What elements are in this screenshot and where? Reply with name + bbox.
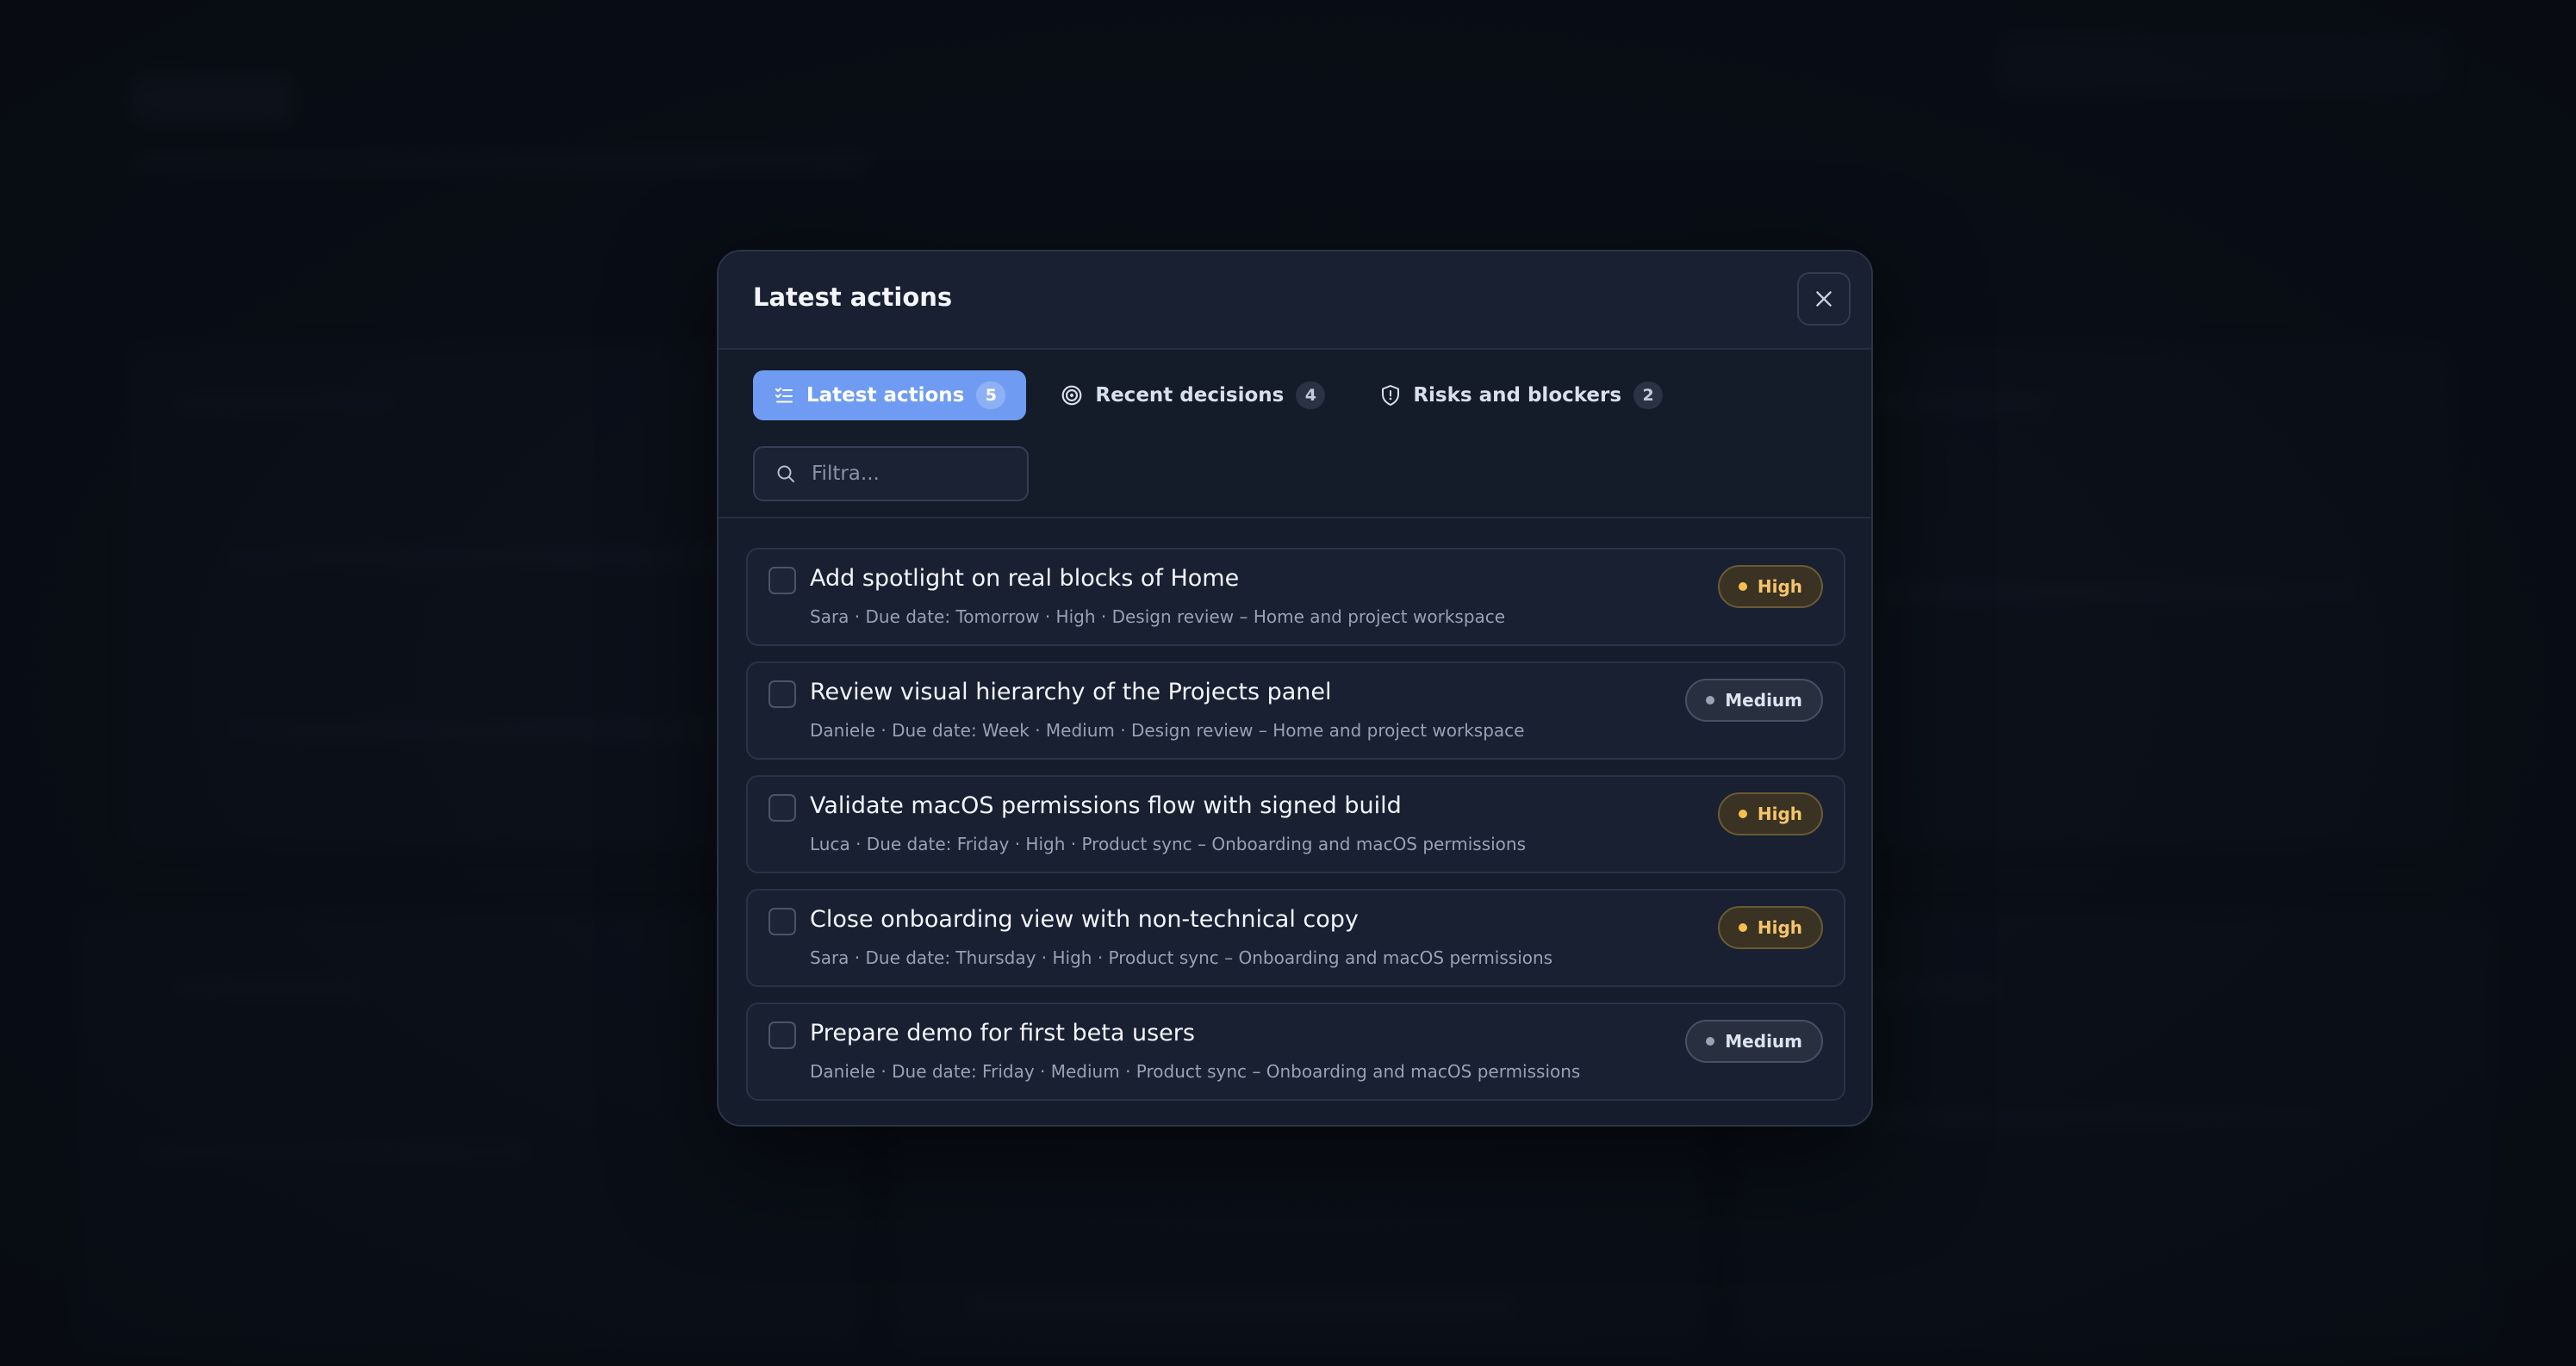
tab-risks-and-blockers[interactable]: Risks and blockers 2 (1360, 370, 1683, 420)
search-icon (777, 465, 794, 482)
list-item[interactable]: Validate macOS permissions flow with sig… (746, 775, 1845, 873)
priority-dot-icon (1706, 1037, 1715, 1046)
priority-label: High (1757, 804, 1802, 824)
priority-dot-icon (1706, 696, 1715, 705)
priority-badge: High (1717, 565, 1823, 608)
modal-header: Latest actions (719, 251, 1871, 350)
priority-label: High (1757, 917, 1802, 938)
action-meta: Luca · Due date: Friday · High · Product… (810, 834, 1526, 854)
action-meta: Sara · Due date: Thursday · High · Produ… (810, 947, 1553, 968)
priority-label: Medium (1725, 690, 1802, 711)
tab-latest-actions[interactable]: Latest actions 5 (753, 370, 1027, 420)
priority-badge: Medium (1685, 1020, 1823, 1063)
priority-badge: High (1717, 792, 1823, 835)
priority-dot-icon (1738, 923, 1747, 932)
filter-input[interactable] (810, 462, 1003, 486)
modal-toolbar: Latest actions 5 Recent decisions 4 Risk… (719, 350, 1871, 518)
latest-actions-modal: Latest actions Latest actions 5 Recent d… (717, 250, 1873, 1127)
actions-list: Add spotlight on real blocks of Home Sar… (746, 548, 1845, 1116)
list-item[interactable]: Prepare demo for first beta users Daniel… (746, 1003, 1845, 1101)
action-title: Add spotlight on real blocks of Home (810, 565, 1240, 592)
tab-recent-decisions[interactable]: Recent decisions 4 (1040, 370, 1346, 420)
list-item[interactable]: Close onboarding view with non-technical… (746, 889, 1845, 987)
priority-dot-icon (1738, 810, 1747, 818)
close-icon (1816, 291, 1832, 307)
action-meta: Daniele · Due date: Friday · Medium · Pr… (810, 1061, 1581, 1082)
priority-badge: High (1717, 906, 1823, 949)
tab-label: Risks and blockers (1413, 384, 1622, 407)
tab-count-badge: 4 (1296, 382, 1326, 409)
tab-count-badge: 5 (976, 382, 1006, 409)
tab-label: Latest actions (806, 384, 965, 407)
action-checkbox[interactable] (768, 1021, 796, 1049)
tab-bar: Latest actions 5 Recent decisions 4 Risk… (753, 370, 1683, 420)
close-button[interactable] (1797, 272, 1851, 326)
target-icon (1062, 385, 1082, 406)
action-title: Prepare demo for first beta users (810, 1020, 1195, 1046)
modal-title: Latest actions (753, 283, 953, 312)
shield-icon (1382, 385, 1400, 406)
list-item[interactable]: Add spotlight on real blocks of Home Sar… (746, 548, 1845, 646)
list-item[interactable]: Review visual hierarchy of the Projects … (746, 661, 1845, 760)
priority-label: High (1757, 576, 1802, 597)
action-checkbox[interactable] (768, 680, 796, 708)
action-title: Review visual hierarchy of the Projects … (810, 679, 1332, 705)
priority-dot-icon (1738, 582, 1747, 591)
tab-count-badge: 2 (1633, 382, 1664, 409)
action-title: Close onboarding view with non-technical… (810, 906, 1359, 933)
action-checkbox[interactable] (768, 908, 796, 935)
filter-search-box[interactable] (753, 446, 1029, 501)
action-checkbox[interactable] (768, 794, 796, 822)
priority-badge: Medium (1685, 679, 1823, 722)
action-meta: Sara · Due date: Tomorrow · High · Desig… (810, 606, 1506, 627)
action-title: Validate macOS permissions flow with sig… (810, 792, 1402, 819)
tab-label: Recent decisions (1095, 384, 1285, 407)
action-checkbox[interactable] (768, 567, 796, 594)
list-check-icon (775, 388, 793, 403)
priority-label: Medium (1725, 1031, 1802, 1052)
action-meta: Daniele · Due date: Week · Medium · Desi… (810, 720, 1525, 741)
